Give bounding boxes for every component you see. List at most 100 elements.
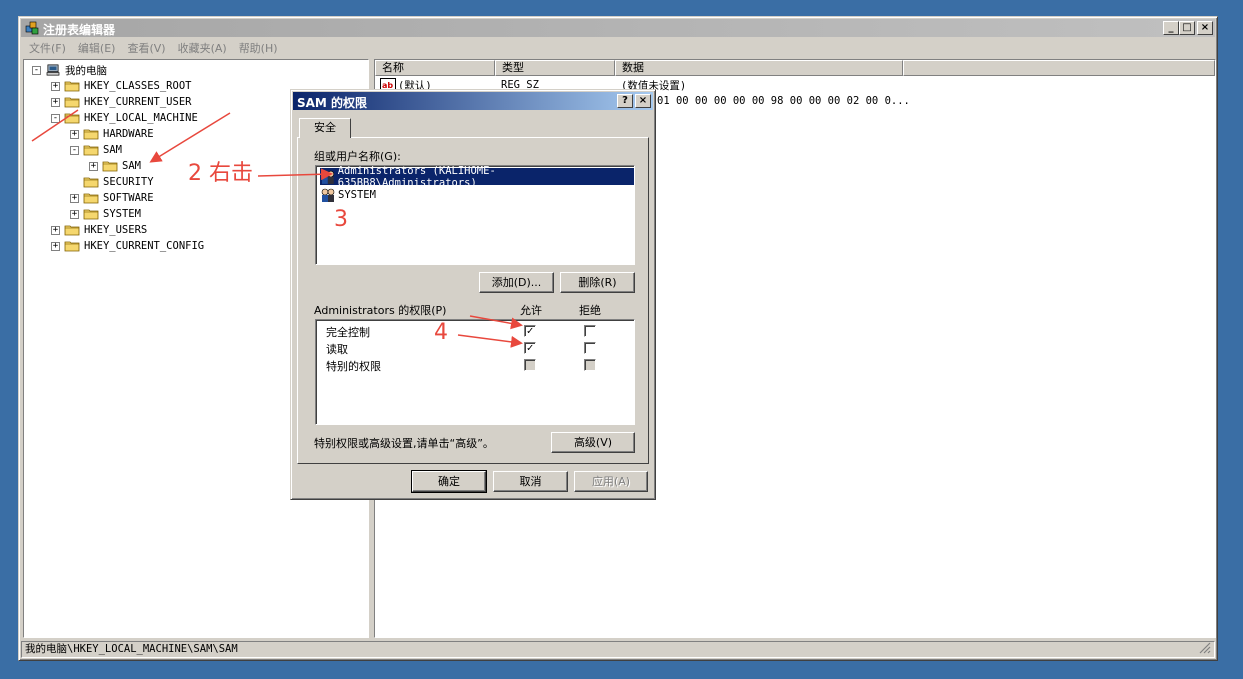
tree-item-label: HARDWARE	[103, 128, 154, 140]
annotation-step-4: 4	[434, 320, 448, 345]
folder-icon	[64, 241, 80, 252]
tree-root[interactable]: - 我的电脑	[32, 62, 107, 78]
permissions-label: Administrators 的权限(P)	[314, 304, 447, 317]
tree-item[interactable]: + HARDWARE	[70, 126, 154, 142]
dialog-title: SAM 的权限	[297, 96, 368, 110]
permission-name: 特别的权限	[326, 360, 381, 373]
user-name: Administrators (KALIHOME-635BB8\Administ…	[337, 164, 496, 189]
tree-item-label: SOFTWARE	[103, 192, 154, 204]
dialog-close-button[interactable]: ×	[635, 94, 651, 108]
permission-row: 特别的权限	[316, 357, 632, 374]
allow-checkbox[interactable]: ✓	[524, 325, 536, 337]
menu-item[interactable]: 帮助(H)	[233, 39, 284, 57]
allow-header: 允许	[520, 304, 542, 317]
tree-item-label: SECURITY	[103, 176, 154, 188]
status-path: 我的电脑\HKEY_LOCAL_MACHINE\SAM\SAM	[25, 643, 238, 655]
close-button[interactable]: ×	[1197, 21, 1213, 35]
deny-checkbox[interactable]	[584, 342, 596, 354]
advanced-button[interactable]: 高级(V)	[551, 432, 635, 453]
list-header: 名称 类型 数据	[375, 60, 1215, 76]
permissions-list[interactable]: 完全控制 ✓ 读取 ✓ 特别的权限	[315, 319, 635, 425]
deny-header: 拒绝	[579, 304, 601, 317]
help-button[interactable]: ?	[617, 94, 633, 108]
column-data-header[interactable]: 数据	[615, 60, 903, 76]
tree-item-label: HKEY_LOCAL_MACHINE	[84, 112, 198, 124]
window-title: 注册表编辑器	[43, 23, 116, 37]
expand-toggle[interactable]: -	[51, 113, 60, 123]
menu-item[interactable]: 编辑(E)	[72, 39, 122, 57]
permission-name: 完全控制	[326, 326, 370, 339]
tree-item-label: SAM	[103, 144, 122, 156]
permission-name: 读取	[326, 343, 348, 356]
minimize-button[interactable]: _	[1163, 21, 1179, 35]
expand-toggle[interactable]: +	[51, 225, 60, 235]
tree-item[interactable]: - SAM	[70, 142, 122, 158]
status-bar: 我的电脑\HKEY_LOCAL_MACHINE\SAM\SAM	[21, 641, 1215, 658]
menu-bar: 文件(F) 编辑(E) 查看(V) 收藏夹(A) 帮助(H)	[23, 39, 284, 57]
menu-item[interactable]: 查看(V)	[121, 39, 171, 57]
permission-row: 读取 ✓	[316, 340, 632, 357]
annotation-step-3: 3	[334, 207, 348, 232]
tree-item[interactable]: + HKEY_CURRENT_CONFIG	[51, 238, 204, 254]
regedit-icon	[25, 21, 39, 35]
deny-checkbox[interactable]	[584, 325, 596, 337]
allow-checkbox[interactable]	[524, 359, 536, 371]
folder-icon	[83, 209, 99, 220]
group-users-icon	[321, 188, 335, 202]
tree-item[interactable]: + SAM	[89, 158, 141, 174]
group-users-label: 组或用户名称(G):	[314, 150, 401, 163]
folder-icon	[64, 113, 80, 124]
deny-checkbox[interactable]	[584, 359, 596, 371]
expand-toggle[interactable]: +	[51, 81, 60, 91]
menu-item[interactable]: 文件(F)	[23, 39, 72, 57]
menu-item[interactable]: 收藏夹(A)	[172, 39, 233, 57]
tree-item[interactable]: + HKEY_CURRENT_USER	[51, 94, 191, 110]
folder-icon	[83, 193, 99, 204]
tree-item-label: HKEY_CURRENT_CONFIG	[84, 240, 205, 252]
user-item-system[interactable]: SYSTEM	[320, 186, 380, 203]
cancel-button[interactable]: 取消	[493, 471, 568, 492]
tree-item-label: SYSTEM	[103, 208, 141, 220]
expand-toggle[interactable]: +	[51, 241, 60, 251]
ok-button[interactable]: 确定	[411, 470, 487, 493]
folder-icon	[83, 177, 99, 188]
column-type-header[interactable]: 类型	[495, 60, 615, 76]
title-bar[interactable]: 注册表编辑器 _ □ ×	[21, 19, 1215, 37]
user-name: SYSTEM	[338, 188, 376, 201]
group-users-icon	[321, 170, 335, 184]
tree-item[interactable]: + SOFTWARE	[70, 190, 154, 206]
column-name-header[interactable]: 名称	[375, 60, 495, 76]
user-item-administrators[interactable]: Administrators (KALIHOME-635BB8\Administ…	[320, 165, 634, 189]
maximize-button[interactable]: □	[1179, 21, 1195, 35]
folder-icon	[83, 145, 99, 156]
collapse-toggle[interactable]: -	[32, 65, 41, 75]
remove-user-button[interactable]: 删除(R)	[560, 272, 635, 293]
tree-item[interactable]: SECURITY	[70, 174, 154, 190]
expand-toggle[interactable]: +	[70, 193, 79, 203]
tree-item[interactable]: + HKEY_USERS	[51, 222, 147, 238]
apply-button[interactable]: 应用(A)	[574, 471, 648, 492]
tree-root-label: 我的电脑	[65, 64, 107, 77]
expand-toggle[interactable]: -	[70, 145, 79, 155]
permission-row: 完全控制 ✓	[316, 323, 632, 340]
resize-grip-icon[interactable]	[1199, 642, 1211, 654]
value-data: 01 00 00 00 00 00 98 00 00 00 02 00 0...	[657, 95, 910, 107]
folder-icon	[64, 225, 80, 236]
folder-icon	[64, 81, 80, 92]
users-listbox[interactable]: Administrators (KALIHOME-635BB8\Administ…	[315, 165, 635, 265]
tree-item-label: HKEY_USERS	[84, 224, 148, 236]
expand-toggle[interactable]: +	[70, 129, 79, 139]
folder-icon	[64, 97, 80, 108]
expand-toggle[interactable]: +	[70, 209, 79, 219]
tab-security[interactable]: 安全	[299, 118, 351, 138]
tree-item[interactable]: + SYSTEM	[70, 206, 141, 222]
allow-checkbox[interactable]: ✓	[524, 342, 536, 354]
tree-item[interactable]: + HKEY_CLASSES_ROOT	[51, 78, 191, 94]
expand-toggle[interactable]: +	[89, 161, 98, 171]
dialog-title-bar[interactable]: SAM 的权限 ? ×	[293, 92, 653, 110]
security-tab-panel: 组或用户名称(G): Administrators (KALIHOME-635B…	[297, 137, 649, 464]
add-user-button[interactable]: 添加(D)...	[479, 272, 554, 293]
tree-item[interactable]: - HKEY_LOCAL_MACHINE	[51, 110, 198, 126]
expand-toggle[interactable]: +	[51, 97, 60, 107]
